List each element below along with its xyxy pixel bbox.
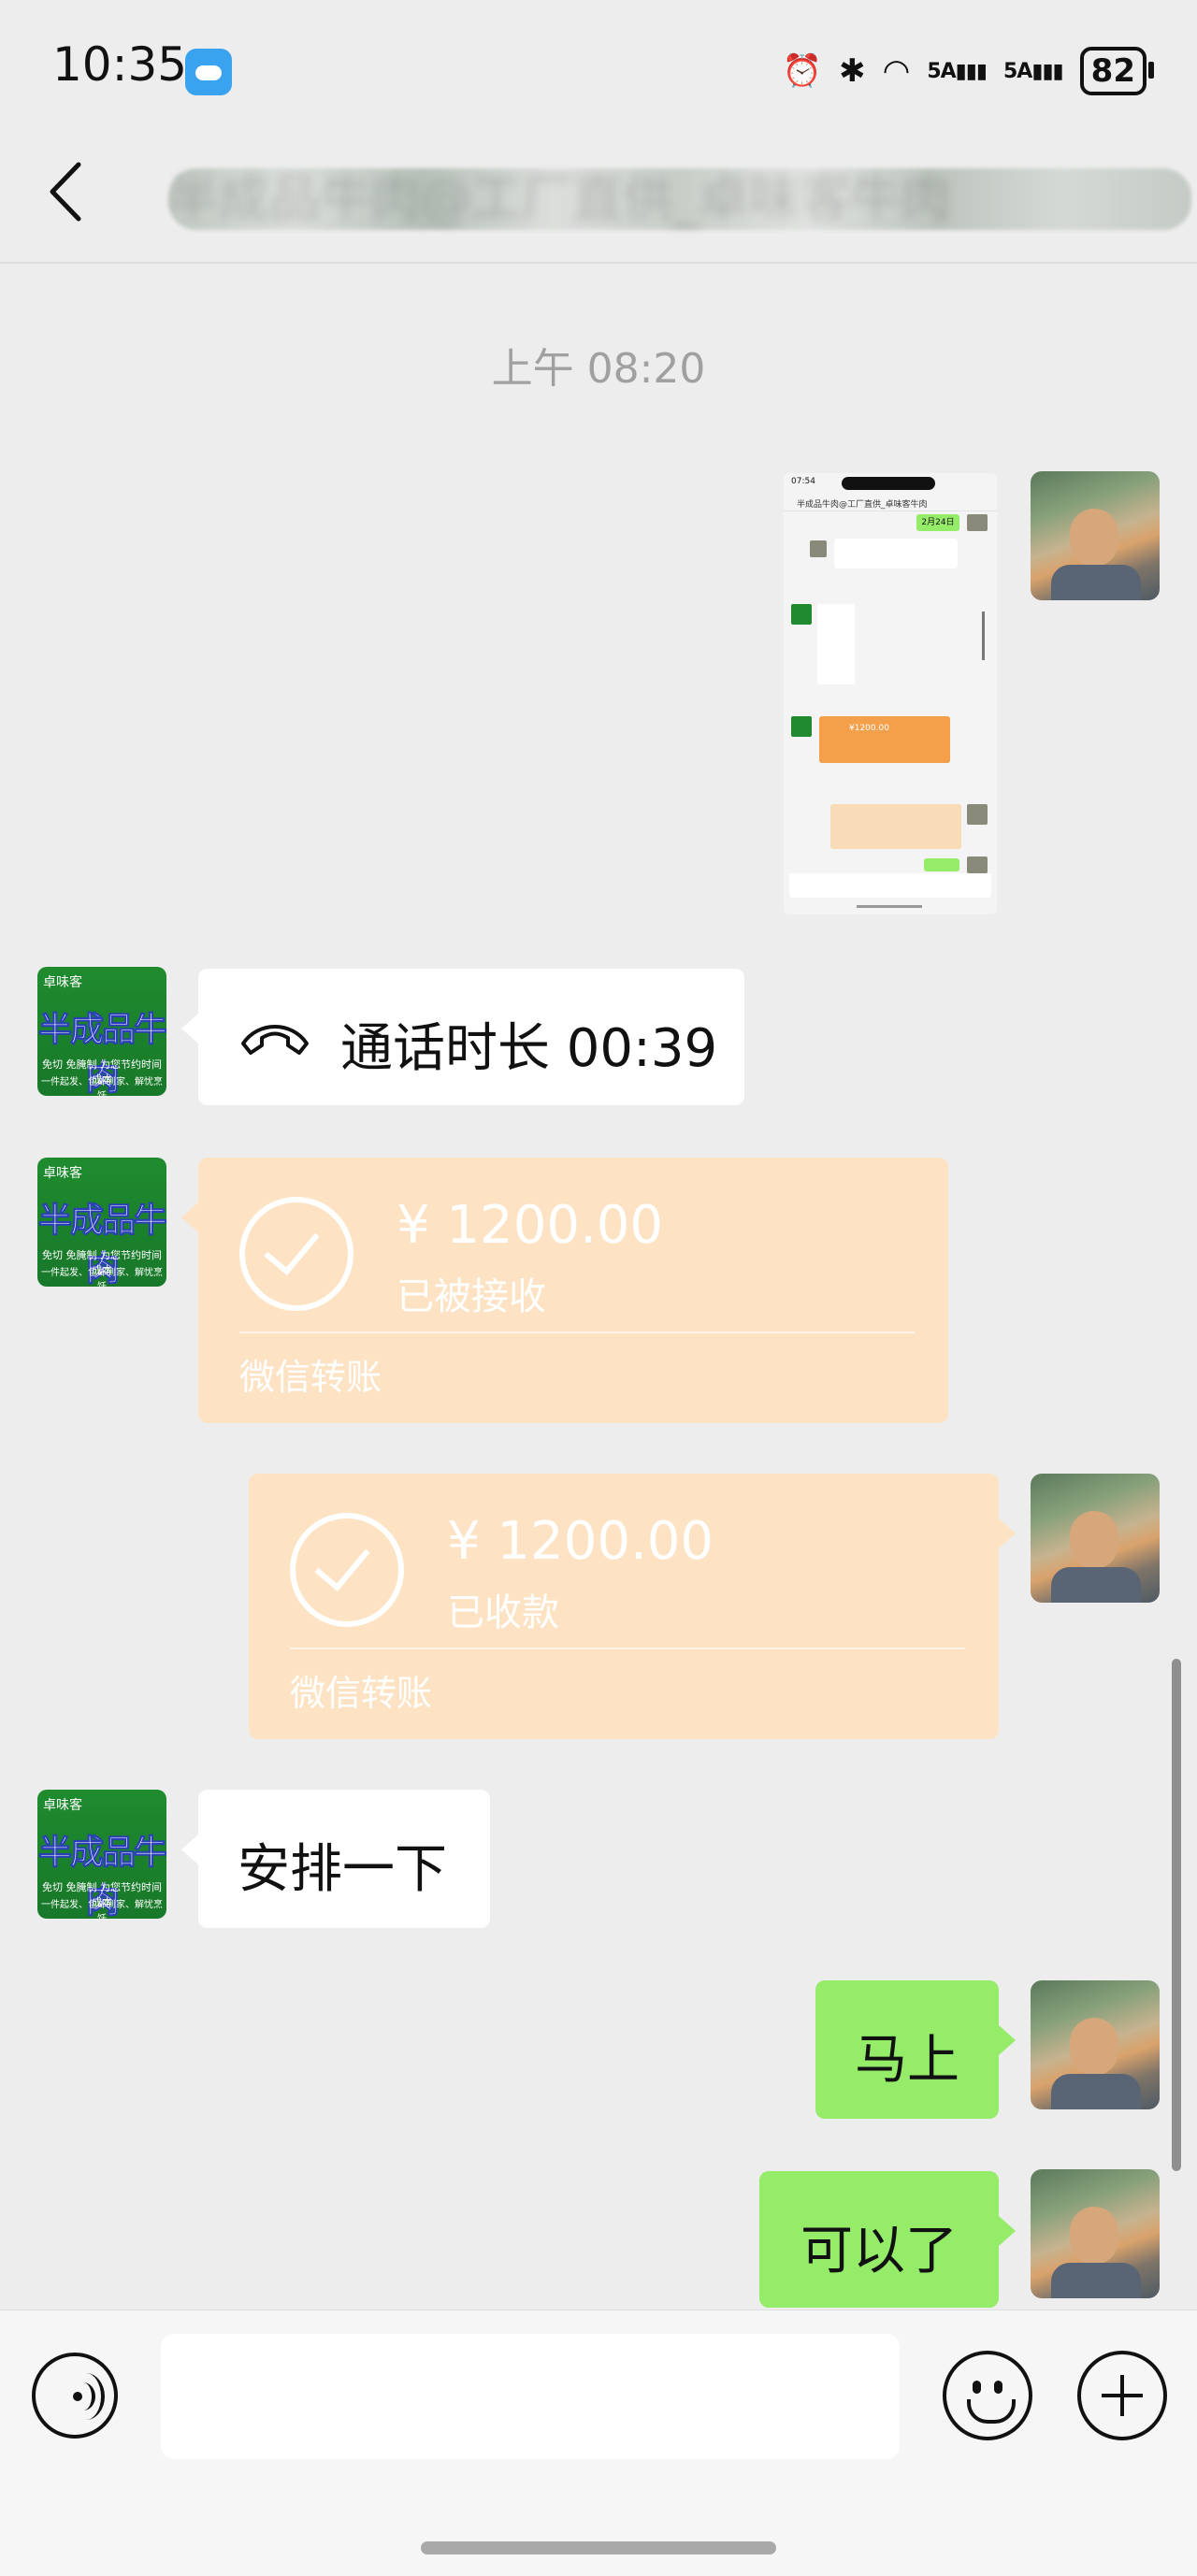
shop-avatar[interactable]: 卓味客 半成品牛肉 免切 免腌制 为您节约时间成本 一件起发、包邮到家、解忧烹饪 xyxy=(37,1790,166,1919)
back-arrow-icon[interactable] xyxy=(47,159,84,224)
my-avatar[interactable] xyxy=(1031,471,1160,600)
transfer-bubble-left[interactable]: ¥ 1200.00 已被接收 微信转账 xyxy=(181,1158,948,1423)
transfer-amount: ¥ 1200.00 xyxy=(447,1511,714,1572)
text-bubble-left[interactable]: 安排一下 xyxy=(181,1790,490,1928)
transfer-kind: 微信转账 xyxy=(239,1357,382,1398)
chat-scrollbar[interactable] xyxy=(1172,1659,1181,2171)
message-timestamp: 上午 08:20 xyxy=(491,345,706,393)
plus-icon[interactable] xyxy=(1077,2351,1167,2440)
message-input[interactable] xyxy=(161,2334,900,2459)
message-text: 马上 xyxy=(855,2030,959,2091)
check-circle-icon xyxy=(239,1197,353,1311)
shop-avatar[interactable]: 卓味客 半成品牛肉 免切 免腌制 为您节约时间成本 一件起发、包邮到家、解忧烹饪 xyxy=(37,1158,166,1287)
transfer-divider xyxy=(239,1331,915,1333)
alarm-icon: ⏰ xyxy=(782,52,823,90)
battery-indicator: 82 xyxy=(1079,47,1155,95)
my-avatar[interactable] xyxy=(1031,1980,1160,2109)
header-divider xyxy=(0,262,1197,264)
voice-icon[interactable] xyxy=(32,2353,118,2439)
signal-2: 5A▮▮▮ xyxy=(1003,59,1064,83)
transfer-divider xyxy=(290,1648,965,1649)
phone-hangup-icon xyxy=(241,1025,309,1055)
bluetooth-icon: ✱ xyxy=(839,52,866,90)
status-icons: ⏰ ✱ ◠ 5A▮▮▮ 5A▮▮▮ 82 xyxy=(782,43,1155,99)
transfer-status: 已收款 xyxy=(447,1591,559,1634)
voice-call-bubble[interactable]: 通话时长 00:39 xyxy=(181,969,744,1105)
screenshot-image-message[interactable]: 07:54 半成品牛肉@工厂直供_卓味客牛肉 2月24日 ¥1200.00 xyxy=(784,473,997,914)
home-indicator[interactable] xyxy=(421,2541,776,2554)
transfer-amount: ¥ 1200.00 xyxy=(397,1195,664,1256)
cloud-app-icon xyxy=(185,49,232,95)
transfer-kind: 微信转账 xyxy=(290,1673,433,1714)
check-circle-icon xyxy=(290,1513,404,1627)
call-duration-label: 通话时长 00:39 xyxy=(340,1018,718,1079)
text-bubble-right[interactable]: 可以了 xyxy=(759,2171,1016,2308)
emoji-icon[interactable] xyxy=(943,2351,1032,2440)
my-avatar[interactable] xyxy=(1031,2169,1160,2298)
status-time: 10:35 xyxy=(52,37,188,92)
shop-avatar[interactable]: 卓味客 半成品牛肉 免切 免腌制 为您节约时间成本 一件起发、包邮到家、解忧烹饪 xyxy=(37,967,166,1096)
message-text: 可以了 xyxy=(800,2221,958,2281)
signal-1: 5A▮▮▮ xyxy=(927,59,988,83)
transfer-status: 已被接收 xyxy=(397,1275,546,1318)
text-bubble-right[interactable]: 马上 xyxy=(815,1980,1016,2119)
transfer-bubble-right[interactable]: ¥ 1200.00 已收款 微信转账 xyxy=(249,1474,1016,1739)
my-avatar[interactable] xyxy=(1031,1474,1160,1603)
message-text: 安排一下 xyxy=(238,1839,447,1900)
wifi-icon: ◠ xyxy=(882,52,911,90)
chat-title[interactable]: 半成品牛肉@工厂直供_卓味客牛肉 xyxy=(168,157,1191,231)
